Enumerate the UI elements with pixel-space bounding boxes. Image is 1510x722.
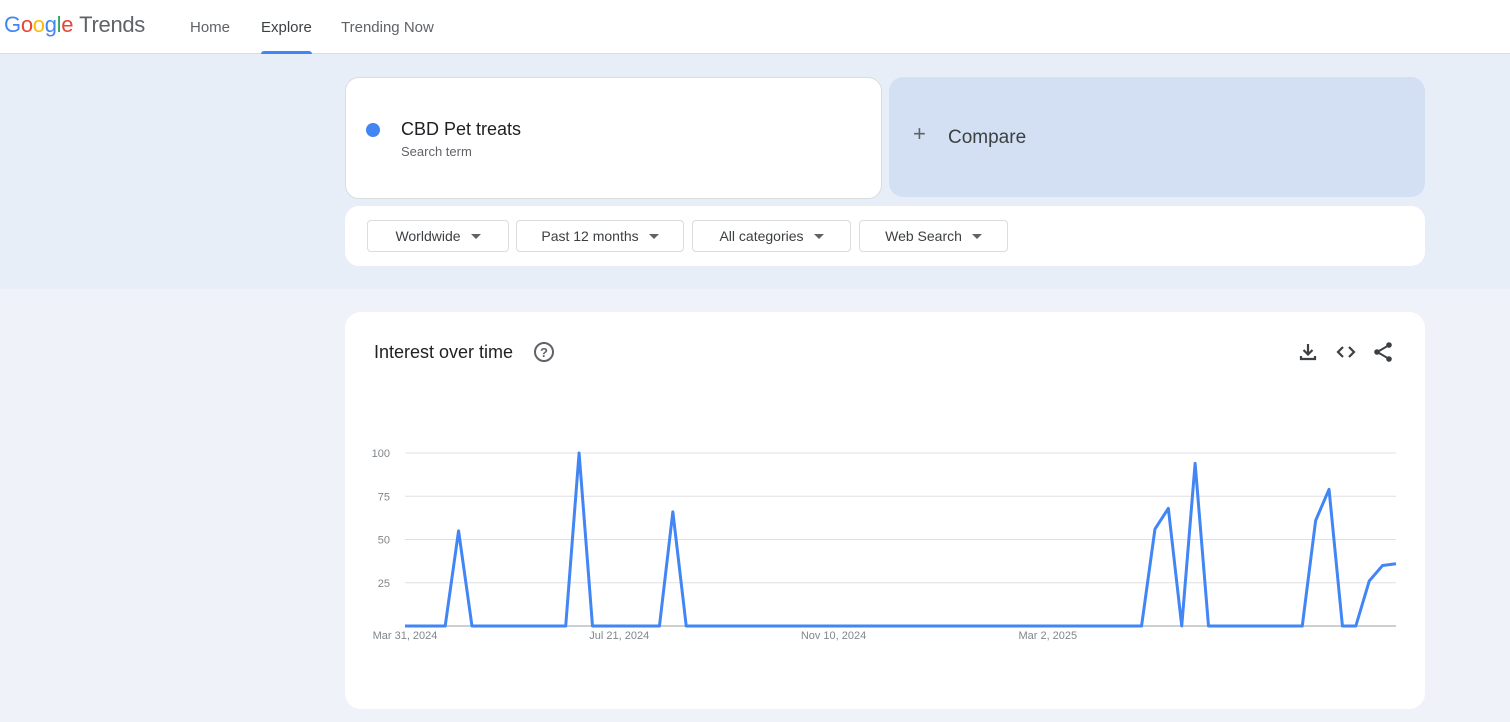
interest-over-time-card: Interest over time ? 25 50 75 100 Mar 31, 20… [345, 312, 1425, 709]
interest-line-chart[interactable]: 25 50 75 100 Mar 31, 2024 Jul 21, 2024 Nov 10,… [345, 312, 1425, 709]
search-term-name: CBD Pet treats [401, 119, 522, 139]
x-tick-label: Mar 31, 2024 [373, 630, 438, 642]
google-trends-logo[interactable]: Google Trends [4, 12, 145, 38]
nav-home[interactable]: Home [190, 0, 230, 54]
compare-label: Compare [948, 127, 1027, 148]
top-bar: Google Trends Home Explore Trending Now [0, 0, 1510, 54]
filter-location[interactable]: Worldwide [367, 220, 509, 252]
x-tick-label: Nov 10, 2024 [801, 630, 866, 642]
filter-bar: Worldwide Past 12 months All categories … [345, 206, 1425, 266]
y-tick-label: 25 [378, 578, 390, 590]
y-tick-label: 100 [372, 448, 390, 460]
filter-category-label: All categories [719, 228, 804, 244]
filter-time-range-label: Past 12 months [541, 228, 639, 244]
x-tick-label: Jul 21, 2024 [589, 630, 649, 642]
filter-search-type[interactable]: Web Search [859, 220, 1008, 252]
filter-search-type-label: Web Search [885, 228, 962, 244]
search-term-card[interactable]: CBD Pet treats Search term [345, 77, 882, 199]
search-term-type: Search term [401, 144, 472, 159]
filter-location-label: Worldwide [395, 228, 461, 244]
filter-category[interactable]: All categories [692, 220, 851, 252]
plus-icon: + [913, 121, 926, 146]
compare-button[interactable]: + Compare [889, 77, 1425, 197]
dropdown-arrow-icon [648, 233, 659, 239]
nav-trending-now[interactable]: Trending Now [341, 0, 434, 54]
dropdown-arrow-icon [470, 233, 481, 239]
nav-explore[interactable]: Explore [261, 0, 312, 54]
y-tick-label: 75 [378, 491, 390, 503]
dropdown-arrow-icon [813, 233, 824, 239]
x-tick-label: Mar 2, 2025 [1018, 630, 1077, 642]
dropdown-arrow-icon [971, 233, 982, 239]
filter-time-range[interactable]: Past 12 months [516, 220, 684, 252]
y-tick-label: 50 [378, 535, 390, 547]
series-color-dot [366, 123, 380, 137]
